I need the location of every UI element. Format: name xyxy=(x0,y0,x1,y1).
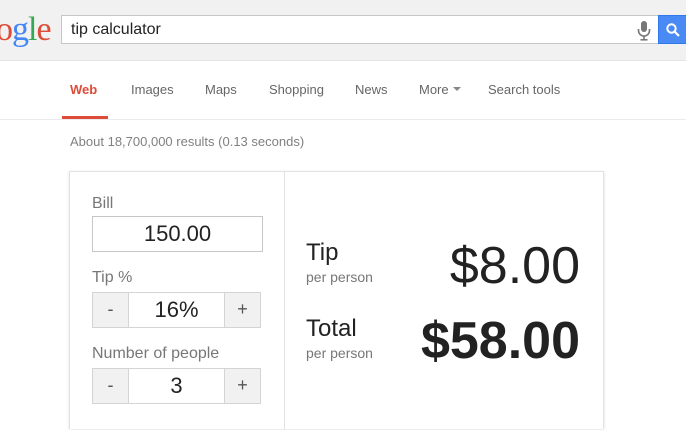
search-nav-tabs: Web Images Maps Shopping News More Searc… xyxy=(0,60,686,120)
tip-result-label: Tip xyxy=(306,239,339,266)
tab-news[interactable]: News xyxy=(355,82,388,97)
people-decrease-button[interactable]: - xyxy=(93,369,129,403)
search-button[interactable] xyxy=(658,15,686,44)
total-result-label: Total xyxy=(306,315,357,342)
card-divider xyxy=(284,172,285,430)
search-box xyxy=(61,15,658,44)
tip-percent-value[interactable]: 16% xyxy=(129,293,224,327)
logo-letter-g: g xyxy=(12,11,29,48)
tip-percent-stepper: - 16% + xyxy=(92,292,261,328)
result-stats: About 18,700,000 results (0.13 seconds) xyxy=(70,134,305,149)
tab-maps[interactable]: Maps xyxy=(205,82,237,97)
tab-more-label: More xyxy=(419,82,449,97)
microphone-icon[interactable] xyxy=(637,21,651,41)
total-result-sublabel: per person xyxy=(306,345,373,361)
search-input[interactable] xyxy=(71,16,611,43)
google-logo[interactable]: ogle xyxy=(0,10,52,50)
people-value[interactable]: 3 xyxy=(129,369,224,403)
tab-web[interactable]: Web xyxy=(70,82,97,97)
tab-search-tools[interactable]: Search tools xyxy=(488,82,560,97)
tip-per-person-value: $8.00 xyxy=(449,237,580,295)
people-increase-button[interactable]: + xyxy=(224,369,260,403)
tab-images[interactable]: Images xyxy=(131,82,174,97)
active-tab-indicator xyxy=(62,116,108,119)
tip-calculator-card: Bill Tip % - 16% + Number of people - 3 … xyxy=(69,171,604,430)
tab-shopping[interactable]: Shopping xyxy=(269,82,324,97)
search-icon xyxy=(666,23,680,37)
tip-increase-button[interactable]: + xyxy=(224,293,260,327)
caret-down-icon xyxy=(452,86,461,91)
tab-more[interactable]: More xyxy=(419,82,461,97)
logo-letter-e: e xyxy=(36,11,51,48)
tip-result-sublabel: per person xyxy=(306,269,373,285)
top-header-bar: ogle xyxy=(0,0,686,61)
logo-letter-o: o xyxy=(0,11,13,48)
people-label: Number of people xyxy=(92,345,220,362)
people-stepper: - 3 + xyxy=(92,368,261,404)
tip-percent-label: Tip % xyxy=(92,269,133,286)
bill-input[interactable] xyxy=(92,216,263,252)
tip-decrease-button[interactable]: - xyxy=(93,293,129,327)
logo-letter-l: l xyxy=(28,11,38,48)
total-per-person-value: $58.00 xyxy=(420,312,580,370)
bill-label: Bill xyxy=(92,195,114,212)
